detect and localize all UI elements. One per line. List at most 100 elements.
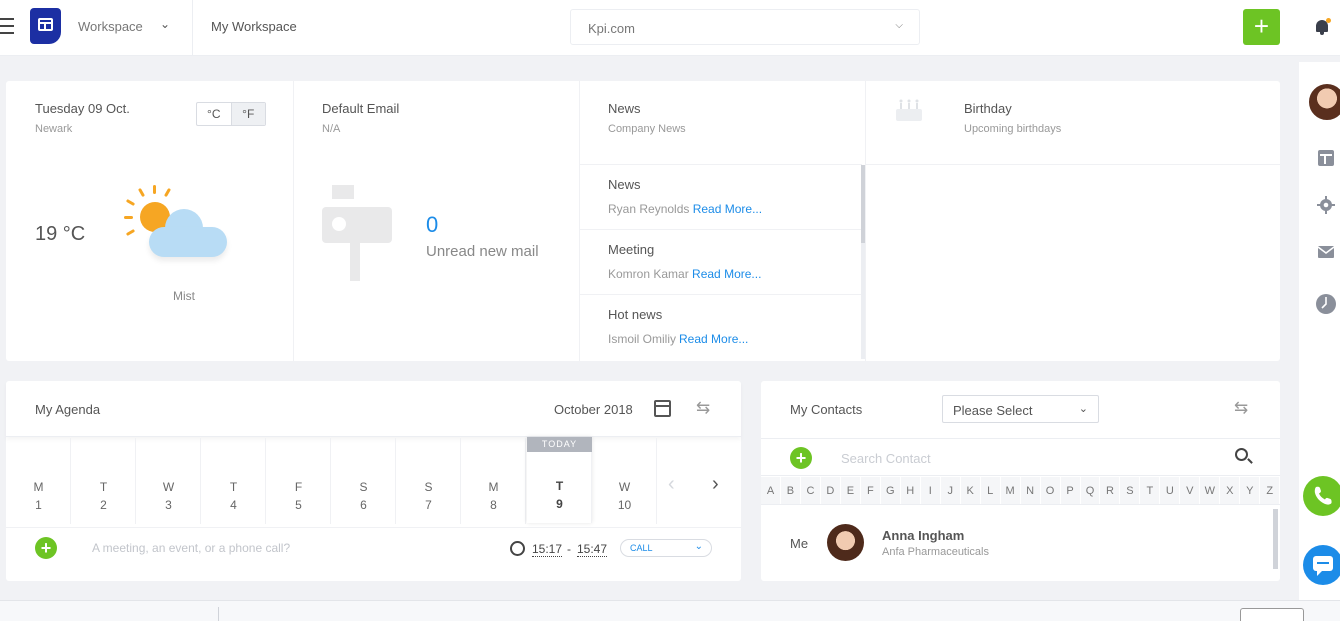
letter-filter-r[interactable]: R xyxy=(1100,477,1121,504)
mail-icon[interactable] xyxy=(1317,243,1335,261)
letter-filter-e[interactable]: E xyxy=(841,477,861,504)
divider xyxy=(192,0,193,56)
day-number: 10 xyxy=(617,498,632,512)
bottom-bar xyxy=(0,600,1340,621)
phone-call-button[interactable] xyxy=(1303,476,1340,516)
contact-row[interactable]: Me Anna Ingham Anfa Pharmaceuticals xyxy=(761,509,1280,581)
letter-filter-w[interactable]: W xyxy=(1200,477,1221,504)
day-cell[interactable]: M1 xyxy=(6,438,71,524)
letter-filter-d[interactable]: D xyxy=(821,477,841,504)
bottom-bar-button[interactable] xyxy=(1240,608,1304,621)
settings-gear-icon[interactable] xyxy=(1317,196,1335,214)
day-cell[interactable]: W3 xyxy=(136,438,201,524)
search-icon[interactable] xyxy=(1235,448,1248,461)
start-time[interactable]: 15:17 xyxy=(532,542,563,557)
news-title: News xyxy=(608,101,641,116)
day-number: 2 xyxy=(100,498,107,512)
unread-mail-count[interactable]: 0 xyxy=(426,212,438,238)
chevron-right-icon[interactable]: › xyxy=(712,473,719,496)
app-logo[interactable] xyxy=(30,8,61,44)
agenda-widget: My Agenda October 2018 ⇆ M1 T2 W3 T4 F5 … xyxy=(6,381,741,581)
chevron-left-icon[interactable]: ‹ xyxy=(668,473,675,496)
letter-filter-j[interactable]: J xyxy=(941,477,961,504)
widgets-panel: Tuesday 09 Oct. Newark °C °F 19 °C Mist … xyxy=(6,81,1280,361)
letter-filter-t[interactable]: T xyxy=(1140,477,1161,504)
user-avatar[interactable] xyxy=(1307,82,1340,122)
letter-filter-b[interactable]: B xyxy=(781,477,801,504)
refresh-icon[interactable]: ⇆ xyxy=(696,398,710,418)
letter-filter-h[interactable]: H xyxy=(901,477,921,504)
news-item-author: Komron Kamar xyxy=(608,267,689,281)
event-input[interactable]: A meeting, an event, or a phone call? xyxy=(92,541,290,555)
letter-filter-n[interactable]: N xyxy=(1021,477,1041,504)
add-button[interactable]: + xyxy=(1243,9,1280,45)
letter-filter-o[interactable]: O xyxy=(1041,477,1061,504)
unit-fahrenheit-button[interactable]: °F xyxy=(230,103,265,125)
read-more-link[interactable]: Read More... xyxy=(692,267,761,281)
letter-filter-l[interactable]: L xyxy=(981,477,1001,504)
add-event-button[interactable]: + xyxy=(35,537,57,559)
day-cell-today[interactable]: TODAY T 9 xyxy=(527,437,592,523)
chevron-down-icon[interactable]: ⌄ xyxy=(160,17,170,31)
letter-filter-v[interactable]: V xyxy=(1180,477,1201,504)
letter-filter-i[interactable]: I xyxy=(921,477,941,504)
letter-filter-c[interactable]: C xyxy=(801,477,821,504)
notification-dot xyxy=(1326,18,1331,23)
clock-history-icon[interactable] xyxy=(1315,293,1337,315)
menu-icon[interactable] xyxy=(0,18,14,34)
letter-filter-p[interactable]: P xyxy=(1061,477,1081,504)
contact-name[interactable]: Anna Ingham xyxy=(882,528,964,543)
letter-filter-s[interactable]: S xyxy=(1120,477,1141,504)
day-number: 7 xyxy=(425,498,432,512)
read-more-link[interactable]: Read More... xyxy=(693,202,762,216)
chevron-down-icon: ⌄ xyxy=(1078,403,1088,415)
calendar-icon[interactable] xyxy=(654,400,671,417)
day-name: F xyxy=(294,480,303,494)
contacts-scrollbar[interactable] xyxy=(1273,509,1278,569)
contacts-filter-select[interactable]: Please Select ⌄ xyxy=(942,395,1099,423)
email-subtitle: N/A xyxy=(322,123,341,135)
letter-filter-f[interactable]: F xyxy=(861,477,881,504)
news-scrollbar[interactable] xyxy=(861,165,865,359)
domain-select[interactable]: Kpi.com ⌵ xyxy=(570,9,920,45)
letter-filter-y[interactable]: Y xyxy=(1240,477,1261,504)
notification-bell-icon[interactable] xyxy=(1314,18,1331,36)
day-cell[interactable]: F5 xyxy=(266,438,331,524)
dashboard-icon[interactable] xyxy=(1317,149,1335,167)
letter-filter-q[interactable]: Q xyxy=(1081,477,1101,504)
contact-search-input[interactable]: Search Contact xyxy=(841,451,931,466)
news-item-title: Meeting xyxy=(608,242,655,257)
day-cell[interactable]: S7 xyxy=(396,438,461,524)
mailbox-icon xyxy=(322,185,396,281)
letter-filter-u[interactable]: U xyxy=(1160,477,1181,504)
news-widget: News Company News News Ryan Reynolds Rea… xyxy=(580,81,866,361)
day-cell[interactable]: S6 xyxy=(331,438,396,524)
chevron-down-icon: ⌵ xyxy=(895,20,903,31)
day-cell[interactable]: M8 xyxy=(461,438,526,524)
temperature-unit-toggle[interactable]: °C °F xyxy=(196,102,266,126)
news-item-author: Ismoil Omiliy xyxy=(608,332,676,346)
birthday-cake-icon xyxy=(896,99,922,121)
day-cell[interactable]: T4 xyxy=(201,438,266,524)
divider xyxy=(218,607,219,621)
today-badge: TODAY xyxy=(527,437,592,452)
news-item: Meeting Komron Kamar Read More... xyxy=(580,229,862,294)
letter-filter-z[interactable]: Z xyxy=(1260,477,1281,504)
chat-button[interactable] xyxy=(1303,545,1340,585)
letter-filter-x[interactable]: X xyxy=(1220,477,1241,504)
workspace-select-label[interactable]: Workspace xyxy=(78,19,143,34)
add-contact-button[interactable]: + xyxy=(790,447,812,469)
letter-filter-a[interactable]: A xyxy=(761,477,781,504)
read-more-link[interactable]: Read More... xyxy=(679,332,748,346)
news-subtitle: Company News xyxy=(608,123,686,135)
letter-filter-g[interactable]: G xyxy=(881,477,901,504)
event-type-select[interactable]: CALL ⌄ xyxy=(620,539,712,557)
contact-row-label: Me xyxy=(790,536,809,551)
end-time[interactable]: 15:47 xyxy=(577,542,608,557)
day-cell[interactable]: W 10 xyxy=(592,438,657,524)
letter-filter-m[interactable]: M xyxy=(1001,477,1021,504)
unit-celsius-button[interactable]: °C xyxy=(197,103,231,125)
letter-filter-k[interactable]: K xyxy=(961,477,981,504)
day-cell[interactable]: T2 xyxy=(71,438,136,524)
refresh-icon[interactable]: ⇆ xyxy=(1234,398,1248,418)
